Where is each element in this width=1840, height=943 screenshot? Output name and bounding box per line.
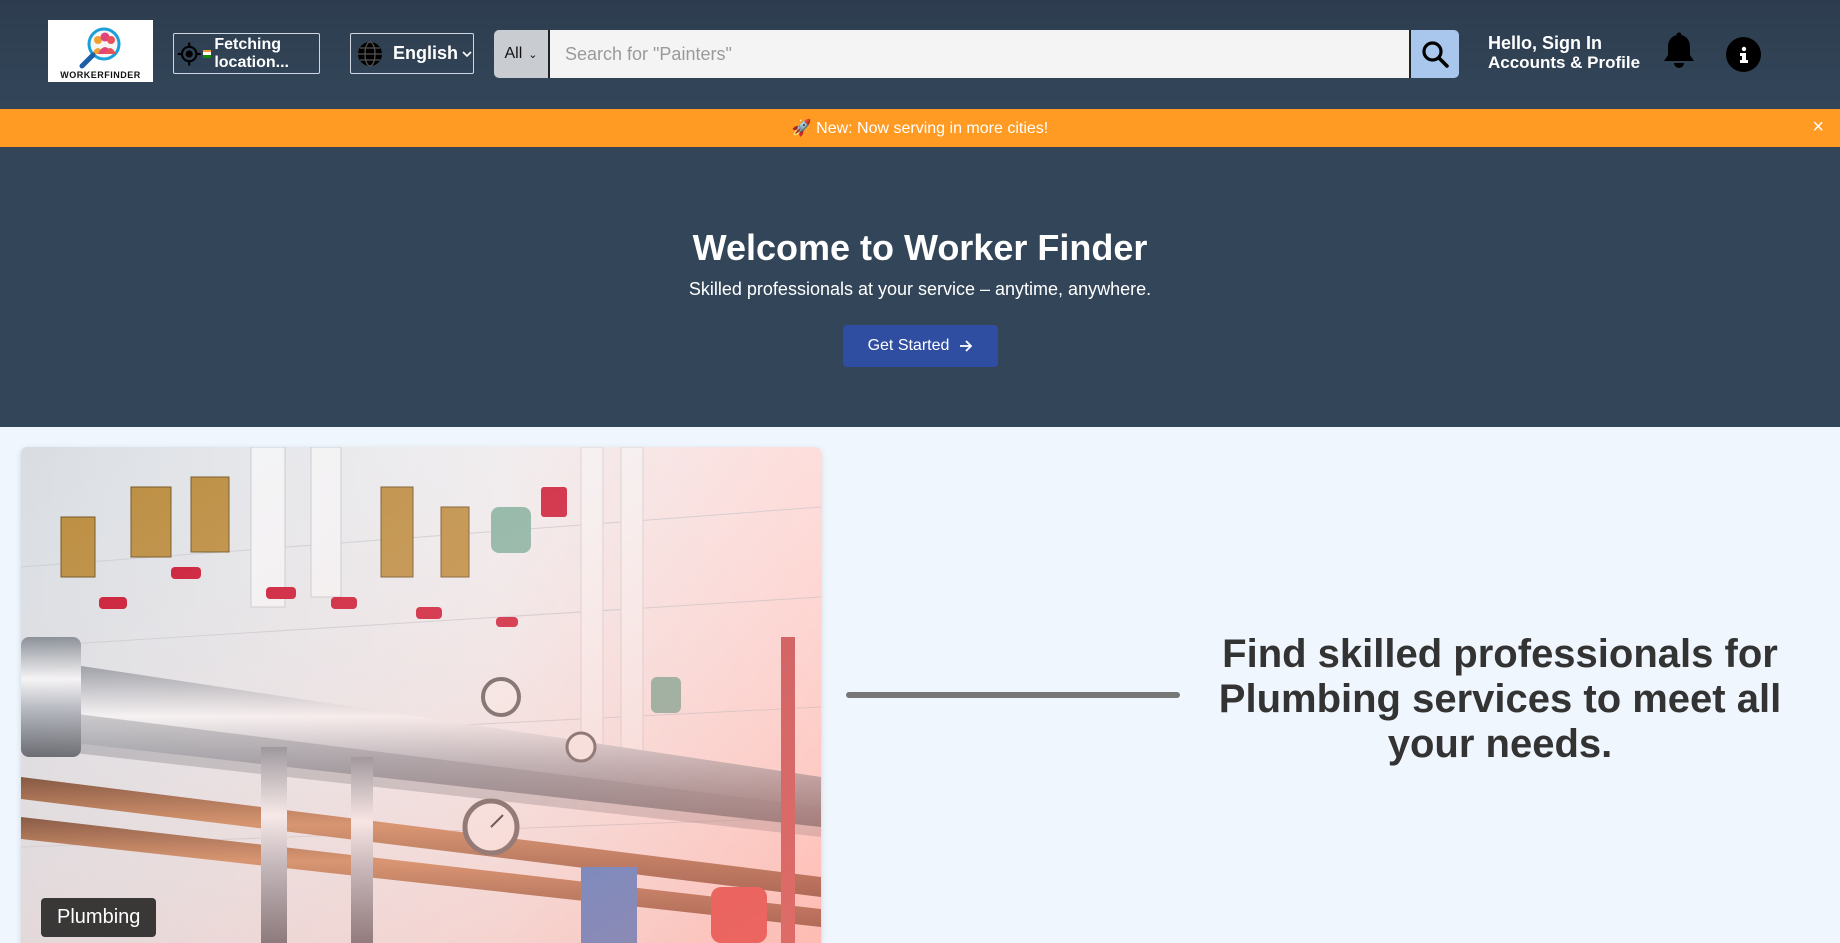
hero-section: Welcome to Worker Finder Skilled profess… — [0, 147, 1840, 427]
info-icon[interactable] — [1726, 37, 1761, 72]
chevron-down-icon: ⌄ — [528, 48, 538, 61]
image-caption: Plumbing — [41, 898, 157, 937]
logo-magnifier-icon — [79, 27, 120, 69]
hero-subtitle: Skilled professionals at your service – … — [688, 279, 1152, 299]
account-greeting: Hello, Sign In — [1488, 33, 1603, 53]
search-category-label: All — [504, 45, 523, 62]
banner-text: 🚀 New: Now serving in more cities! — [791, 120, 1049, 137]
account-subtitle: Accounts & Profile — [1488, 53, 1641, 72]
language-selector[interactable]: English — [350, 33, 474, 74]
chevron-down-icon — [462, 50, 472, 57]
search-bar: All ⌄ — [494, 30, 1459, 78]
announcement-banner: 🚀 New: Now serving in more cities! × — [0, 109, 1840, 147]
language-label: English — [393, 43, 459, 63]
logo-wordmark: WORKERFINDER — [60, 70, 141, 80]
india-flag-icon — [203, 49, 212, 58]
search-icon — [1422, 41, 1449, 68]
plumbing-service-image[interactable]: Plumbing — [21, 447, 821, 943]
search-input[interactable] — [550, 30, 1409, 78]
workerfinder-logo[interactable]: WORKERFINDER — [48, 20, 153, 82]
get-started-button[interactable]: Get Started — [843, 325, 998, 367]
decorative-divider — [846, 692, 1180, 698]
feature-headline: Find skilled professionals for Plumbing … — [1218, 632, 1782, 766]
bell-icon[interactable] — [1662, 32, 1696, 70]
globe-icon — [358, 40, 382, 67]
top-navbar: WORKERFINDER Fetching location... Englis… — [0, 0, 1840, 109]
search-button[interactable] — [1409, 30, 1459, 78]
account-menu[interactable]: Hello, Sign In Accounts & Profile — [1488, 33, 1640, 73]
get-started-label: Get Started — [867, 337, 950, 354]
location-label: Fetching location... — [214, 35, 289, 71]
search-category-select[interactable]: All ⌄ — [494, 30, 550, 78]
close-icon[interactable]: × — [1812, 117, 1824, 137]
info-glyph — [1739, 46, 1748, 63]
location-button[interactable]: Fetching location... — [173, 33, 320, 74]
plumbing-pipes-illustration — [21, 447, 821, 943]
hero-title: Welcome to Worker Finder — [692, 227, 1148, 268]
arrow-right-icon — [960, 340, 973, 352]
location-target-icon — [177, 42, 201, 65]
